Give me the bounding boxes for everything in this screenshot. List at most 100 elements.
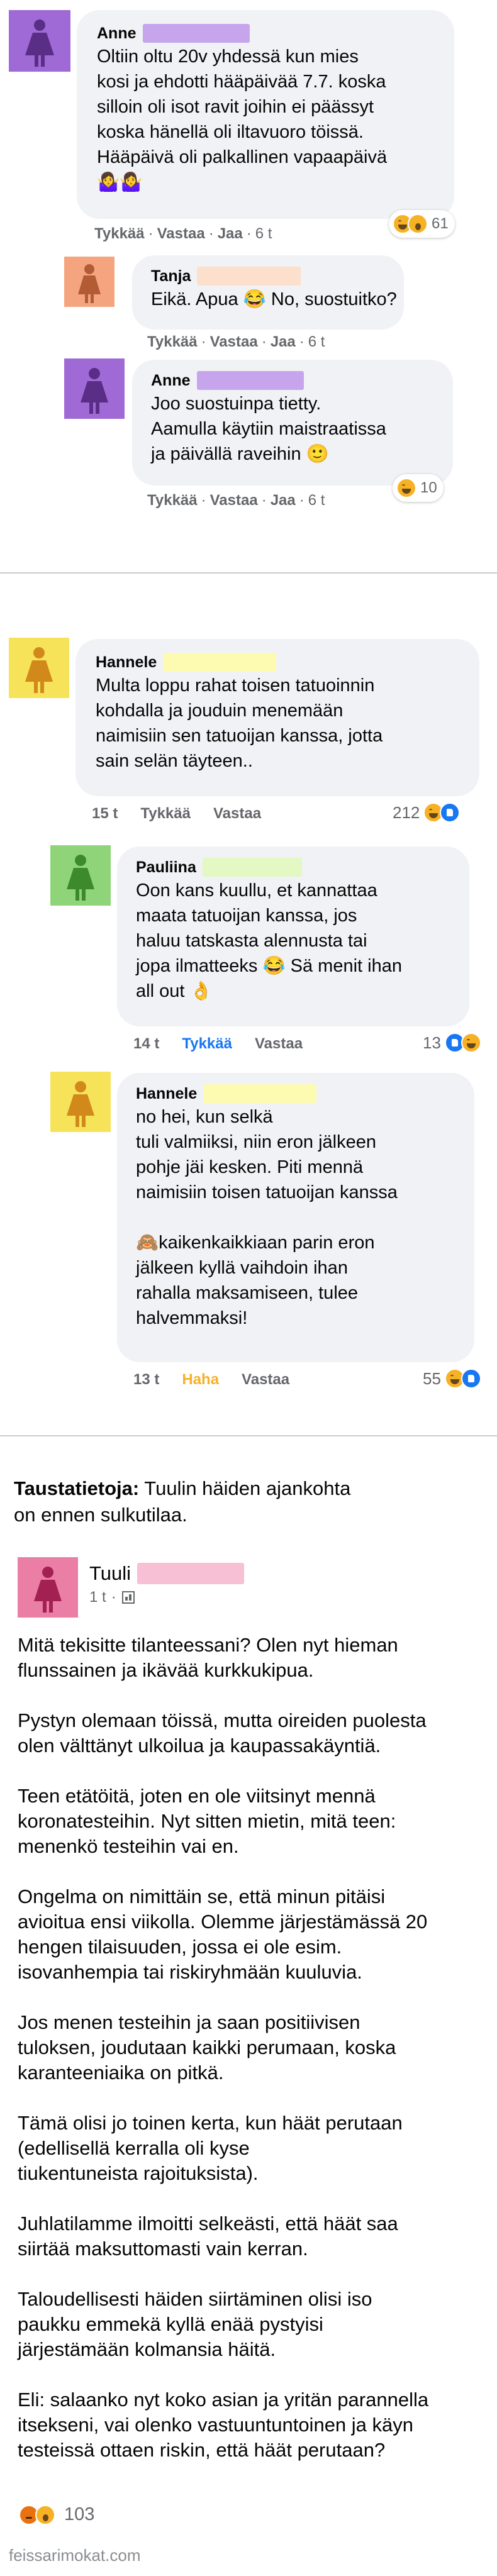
comment-author[interactable]: Anne — [97, 23, 434, 44]
like-button[interactable]: Tykkää — [147, 492, 198, 509]
avatar[interactable] — [50, 845, 111, 906]
comment-time[interactable]: 6 t — [255, 225, 272, 242]
person-avatar-icon — [18, 1557, 78, 1618]
comment-text: no hei, kun selkä tuli valmiiksi, niin e… — [136, 1104, 455, 1331]
background-label: Taustatietoja: — [14, 1477, 140, 1499]
reaction-summary[interactable]: 10 — [393, 474, 444, 502]
haha-button[interactable]: Haha — [182, 1371, 219, 1388]
reply-button[interactable]: Vastaa — [213, 805, 261, 822]
author-name[interactable]: Tanja — [151, 265, 191, 287]
reaction-count: 10 — [420, 479, 437, 496]
avatar[interactable] — [50, 1072, 111, 1132]
post-line: avioitua ensi viikolla. Olemme järjestäm… — [18, 1911, 428, 1933]
post-line: Pystyn olemaan töissä, mutta oireiden pu… — [18, 1709, 427, 1731]
comment-bubble: Pauliina Oon kans kuullu, et kannattaa m… — [117, 847, 469, 1026]
comment-time[interactable]: 15 t — [92, 805, 118, 822]
post-paragraph: Teen etätöitä, joten en ole viitsinyt me… — [18, 1784, 483, 1859]
comment-author[interactable]: Hannele — [136, 1083, 455, 1104]
author-name[interactable]: Tuuli — [89, 1561, 131, 1586]
comment-actions: Tykkää · Vastaa · Jaa · 6 t — [147, 333, 325, 351]
comment-line — [136, 1205, 455, 1230]
post-body: Mitä tekisitte tilanteessani? Olen nyt h… — [18, 1633, 483, 2463]
share-button[interactable]: Jaa — [271, 333, 296, 350]
comment-time[interactable]: 13 t — [133, 1371, 159, 1388]
reaction-summary[interactable]: 13 — [423, 1033, 481, 1053]
post-line: testeissä ottaen riskin, että häät perut… — [18, 2439, 386, 2461]
comment-line: kosi ja ehdotti hääpäivää 7.7. koska — [97, 72, 386, 92]
post-line: karanteeniaika on pitkä. — [18, 2062, 224, 2084]
post-paragraph: Ongelma on nimittäin se, että minun pitä… — [18, 1884, 483, 1985]
reply-button[interactable]: Vastaa — [210, 333, 258, 350]
share-button[interactable]: Jaa — [271, 492, 296, 509]
comment-time[interactable]: 14 t — [133, 1035, 159, 1052]
comment-actions: 15 t Tykkää Vastaa — [92, 805, 261, 823]
separator: · — [246, 225, 252, 242]
comment-text: Multa loppu rahat toisen tatuoinnin kohd… — [96, 673, 459, 774]
comment-line: Joo suostuinpa tietty. — [151, 394, 321, 414]
like-button[interactable]: Tykkää — [94, 225, 145, 242]
comment-line: Eikä. Apua 😂 No, suostuitko? — [151, 289, 397, 309]
avatar[interactable] — [9, 638, 69, 698]
comment-time[interactable]: 6 t — [308, 333, 325, 350]
like-button[interactable]: Tykkää — [182, 1035, 232, 1052]
post-time[interactable]: 1 t — [89, 1589, 106, 1606]
person-avatar-icon — [9, 638, 69, 698]
avatar[interactable] — [18, 1557, 78, 1618]
post-line: flunssainen ja ikävää kurkkukipua. — [18, 1659, 314, 1681]
audience-icon[interactable] — [121, 1591, 135, 1604]
author-name[interactable]: Hannele — [136, 1083, 197, 1104]
separator: · — [148, 225, 154, 242]
reaction-count: 61 — [432, 215, 449, 232]
reaction-count: 55 — [423, 1368, 441, 1388]
person-avatar-icon — [50, 845, 111, 906]
comment-author[interactable]: Hannele — [96, 652, 459, 673]
redacted-surname — [163, 653, 277, 672]
share-button[interactable]: Jaa — [218, 225, 243, 242]
post-line: tiukentuneista rajoituksista). — [18, 2162, 259, 2184]
author-name[interactable]: Hannele — [96, 652, 157, 673]
post-paragraph: Jos menen testeihin ja saan positiivisen… — [18, 2010, 483, 2085]
author-name[interactable]: Anne — [151, 370, 191, 391]
comment-line: 🤷‍♀️🤷‍♀️ — [97, 172, 143, 192]
author-name[interactable]: Pauliina — [136, 857, 196, 878]
background-text: Tuulin häiden ajankohta — [139, 1477, 351, 1499]
comment-bubble: Anne Oltiin oltu 20v yhdessä kun mies ko… — [77, 10, 454, 219]
section-divider — [0, 1435, 497, 1436]
comment-author[interactable]: Pauliina — [136, 857, 450, 878]
like-button[interactable]: Tykkää — [140, 805, 191, 822]
reaction-count: 103 — [64, 2504, 95, 2524]
reaction-summary[interactable]: 55 — [423, 1368, 481, 1389]
comment-line: Multa loppu rahat toisen tatuoinnin — [96, 675, 375, 696]
post-reaction-summary[interactable]: 103 — [19, 2504, 94, 2525]
comment-author[interactable]: Anne — [151, 370, 434, 391]
comment-line: all out 👌 — [136, 981, 213, 1001]
reply-button[interactable]: Vastaa — [210, 492, 258, 509]
avatar[interactable] — [64, 358, 125, 419]
reply-button[interactable]: Vastaa — [157, 225, 205, 242]
redacted-surname — [197, 267, 301, 286]
comment-line: koska hänellä oli iltavuoro töissä. — [97, 122, 364, 142]
author-name[interactable]: Anne — [97, 23, 137, 44]
reply-button[interactable]: Vastaa — [255, 1035, 303, 1052]
haha-reaction-icon — [396, 478, 416, 498]
reply-button[interactable]: Vastaa — [242, 1371, 289, 1388]
reaction-summary[interactable]: 212 — [393, 802, 461, 823]
like-button[interactable]: Tykkää — [147, 333, 198, 350]
comment-line: ja päivällä raveihin 🙂 — [151, 444, 329, 464]
redacted-surname — [196, 371, 304, 390]
post-author[interactable]: Tuuli — [89, 1561, 245, 1586]
post-line: siirtää maksuttomasti vain kerran. — [18, 2238, 308, 2260]
separator: · — [299, 492, 304, 509]
avatar[interactable] — [9, 10, 70, 72]
comment-line: no hei, kun selkä — [136, 1107, 273, 1127]
post-paragraph: Tämä olisi jo toinen kerta, kun häät per… — [18, 2111, 483, 2186]
reaction-summary[interactable]: 61 — [389, 210, 455, 238]
reaction-count: 13 — [423, 1033, 441, 1052]
wow-reaction-icon — [35, 2504, 55, 2525]
comment-line: naimisiin sen tatuoijan kanssa, jotta — [96, 726, 383, 746]
post-line: Mitä tekisitte tilanteessani? Olen nyt h… — [18, 1634, 398, 1656]
comment-author[interactable]: Tanja — [151, 265, 385, 287]
avatar[interactable] — [64, 257, 114, 307]
comment-time[interactable]: 6 t — [308, 492, 325, 509]
comment-text: Oltiin oltu 20v yhdessä kun mies kosi ja… — [97, 44, 434, 195]
